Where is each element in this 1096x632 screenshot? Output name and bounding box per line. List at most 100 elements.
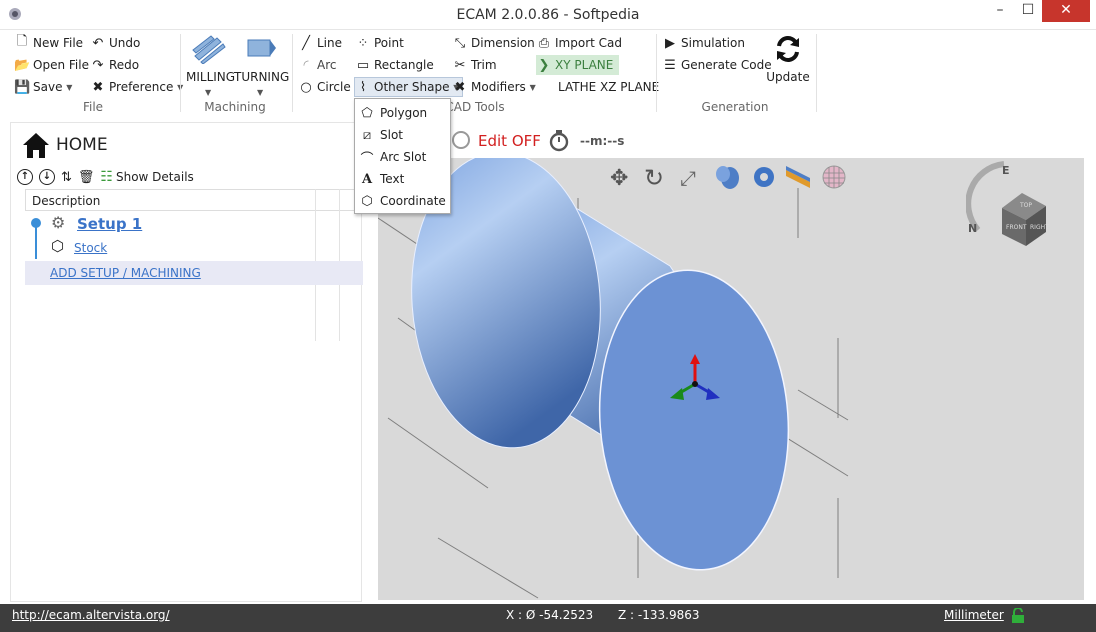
line-icon: ╱ [302, 35, 310, 51]
generate-code-button[interactable]: ☰ Generate Code [662, 55, 771, 75]
fit-view-icon[interactable]: ⤢ [680, 166, 696, 190]
chevron-down-icon: ▼ [257, 88, 264, 97]
show-details-label: Show Details [115, 170, 194, 184]
cube-face-right: RIGHT [1030, 224, 1049, 231]
units-selector[interactable]: Millimeter [944, 608, 1004, 622]
group-separator [816, 34, 817, 112]
arc-button[interactable]: ◜ Arc [298, 55, 336, 75]
document-icon: ☰ [664, 57, 676, 73]
edit-toggle-label[interactable]: Edit OFF [478, 132, 541, 150]
arc-label: Arc [317, 58, 337, 72]
compass-n-label: N [968, 222, 978, 235]
undo-icon: ↶ [92, 35, 104, 51]
shaded-view-icon[interactable] [714, 164, 742, 190]
3d-viewport[interactable]: ✥ ↻ ⤢ N E TOP FRONT RIGHT [378, 158, 1084, 600]
menu-item-slot[interactable]: ⧄ Slot [359, 125, 403, 145]
save-label: Save [33, 80, 63, 94]
undo-button[interactable]: ↶ Undo [90, 33, 141, 53]
refresh-icon [777, 36, 799, 62]
group-separator [180, 34, 181, 112]
group-separator [292, 34, 293, 112]
preference-button[interactable]: ✖Preference ▼ [90, 77, 184, 97]
trim-label: Trim [471, 58, 497, 72]
lathe-xz-plane-button[interactable]: LATHE XZ PLANE [558, 77, 659, 97]
menu-item-arc-slot[interactable]: ⌒ Arc Slot [359, 147, 426, 167]
chevron-right-icon: ❯ [538, 57, 550, 73]
other-shape-button[interactable]: ⌇ Other Shape ▼ [354, 77, 464, 97]
maximize-button[interactable]: ☐ [1014, 0, 1042, 22]
save-icon: 💾 [14, 79, 31, 95]
milling-label: MILLING [186, 70, 236, 84]
turning-button[interactable]: TURNING ▼ [234, 34, 289, 98]
cylinder-stock[interactable] [402, 158, 798, 576]
setup-row: ⚙ Setup 1 ⬡ Stock [25, 211, 363, 261]
view-cube[interactable] [966, 160, 1066, 250]
other-shape-menu: ⬠ Polygon ⧄ Slot ⌒ Arc Slot A Text ⬡ Coordina… [354, 98, 451, 214]
arrow-down-icon[interactable]: ↓ [39, 169, 55, 185]
stock-link[interactable]: Stock [74, 241, 107, 255]
cube-face-top: TOP [1020, 202, 1033, 209]
arrow-up-icon[interactable]: ↑ [17, 169, 33, 185]
circle-button[interactable]: ○ Circle [298, 77, 350, 97]
menu-item-label: Polygon [380, 106, 428, 120]
open-file-label: Open File [33, 58, 89, 72]
tools-icon: ✖ [92, 79, 104, 95]
line-label: Line [317, 36, 343, 50]
show-details-button[interactable]: ☷ Show Details [100, 169, 193, 185]
column-header-description: Description [25, 189, 363, 211]
sort-icon[interactable]: ⇅ [61, 170, 72, 185]
close-button[interactable]: ✕ [1042, 0, 1090, 22]
chevron-down-icon: ▼ [66, 82, 73, 92]
point-button[interactable]: ⁘ Point [355, 33, 404, 53]
slot-icon: ⧄ [362, 127, 372, 143]
rectangle-button[interactable]: ▭ Rectangle [355, 55, 434, 75]
open-file-button[interactable]: 📂 Open File [14, 55, 89, 75]
setup-link[interactable]: Setup 1 [77, 215, 142, 233]
new-file-label: New File [33, 36, 84, 50]
ring-view-icon[interactable] [750, 164, 778, 190]
pan-icon[interactable]: ✥ [610, 166, 628, 191]
new-file-button[interactable]: 🗋 New File [14, 33, 83, 53]
group-label-file: File [82, 100, 104, 114]
list-icon: ☷ [100, 169, 113, 185]
save-button[interactable]: 💾 Save ▼ [14, 77, 72, 97]
xy-plane-label: XY PLANE [555, 58, 614, 72]
menu-item-coordinate[interactable]: ⬡ Coordinate [359, 191, 445, 211]
menu-item-polygon[interactable]: ⬠ Polygon [359, 103, 427, 123]
redo-button[interactable]: ↷ Redo [90, 55, 140, 75]
new-file-icon: 🗋 [16, 34, 28, 49]
home-button[interactable]: HOME [21, 131, 108, 159]
minimize-button[interactable]: – [986, 0, 1014, 22]
play-icon: ▶ [665, 35, 675, 51]
modifiers-icon: ✖ [454, 79, 466, 95]
add-setup-link[interactable]: ADD SETUP / MACHINING [25, 261, 363, 285]
scissors-icon: ✂ [454, 57, 466, 73]
simulation-button[interactable]: ▶ Simulation [662, 33, 745, 53]
window-title: ECAM 2.0.0.86 - Softpedia [456, 7, 640, 23]
preference-label: Preference [109, 80, 174, 94]
transparent-view-icon[interactable] [820, 164, 848, 190]
line-button[interactable]: ╱ Line [298, 33, 342, 53]
home-label: HOME [56, 135, 108, 155]
home-icon [23, 133, 49, 158]
xy-plane-button[interactable]: ❯ XY PLANE [536, 55, 620, 75]
stopwatch-icon [549, 130, 569, 152]
point-icon: ⁘ [357, 35, 369, 51]
menu-item-text[interactable]: A Text [359, 169, 404, 189]
stock-view-icon[interactable] [784, 164, 812, 190]
rotate-icon[interactable]: ↻ [644, 164, 664, 192]
edit-toggle-icon[interactable] [452, 131, 470, 149]
trim-button[interactable]: ✂ Trim [452, 55, 497, 75]
unlock-icon[interactable] [1011, 608, 1025, 624]
update-button[interactable]: Update [766, 34, 810, 90]
dimension-button[interactable]: ⤡ Dimension [452, 33, 535, 53]
trash-icon[interactable]: 🗑 [78, 170, 95, 185]
website-link[interactable]: http://ecam.altervista.org/ [12, 608, 170, 622]
milling-button[interactable]: MILLING ▼ [186, 34, 236, 98]
ribbon: 🗋 New File 📂 Open File 💾 Save ▼ ↶ Undo ↷ Redo… [0, 30, 1096, 118]
import-cad-button[interactable]: ⎙ Import Cad [536, 33, 622, 53]
modifiers-button[interactable]: ✖ Modifiers ▼ [452, 77, 536, 97]
menu-item-label: Slot [380, 128, 403, 142]
import-cad-label: Import Cad [555, 36, 622, 50]
text-icon: A [361, 171, 373, 187]
